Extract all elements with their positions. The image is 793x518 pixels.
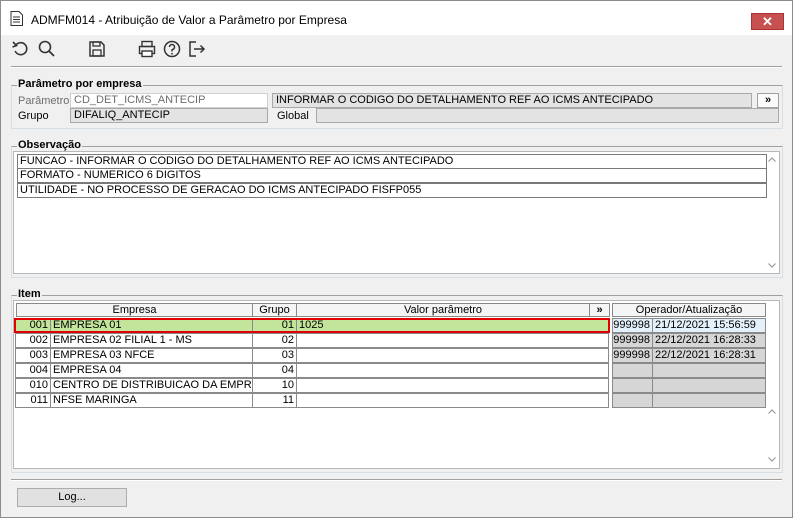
log-button[interactable]: Log... <box>17 488 127 507</box>
row-data: 21/12/2021 15:56:59 <box>652 318 766 333</box>
title-bar: ADMFM014 - Atribuição de Valor a Parâmet… <box>1 1 792 35</box>
close-button[interactable]: ✕ <box>751 13 784 30</box>
row-data: 22/12/2021 16:28:33 <box>652 333 766 348</box>
row-grupo: 04 <box>252 363 297 378</box>
param-group-title: Parâmetro por empresa <box>17 78 143 90</box>
row-grupo: 01 <box>252 318 297 333</box>
global-label: Global <box>277 110 309 122</box>
row-code: 011 <box>15 393 51 408</box>
search-icon[interactable] <box>37 39 57 59</box>
row-valor-input[interactable] <box>296 348 609 363</box>
row-grupo: 10 <box>252 378 297 393</box>
chevron-down-icon[interactable] <box>767 454 777 464</box>
header-empresa[interactable]: Empresa <box>16 303 253 317</box>
chevron-down-icon[interactable] <box>767 260 777 270</box>
print-icon[interactable] <box>137 39 157 59</box>
row-valor-input[interactable]: 1025 <box>296 318 609 333</box>
row-empresa: EMPRESA 01 <box>50 318 253 333</box>
row-empresa: CENTRO DE DISTRIBUICAO DA EMPRESA <box>50 378 253 393</box>
item-group-title: Item <box>17 288 42 300</box>
param-description-field: INFORMAR O CODIGO DO DETALHAMENTO REF AO… <box>272 93 752 108</box>
row-valor-input[interactable] <box>296 393 609 408</box>
row-operador: 999998 <box>612 348 653 363</box>
row-empresa: EMPRESA 02 FILIAL 1 - MS <box>50 333 253 348</box>
row-empresa: EMPRESA 03 NFCE <box>50 348 253 363</box>
row-code: 001 <box>15 318 51 333</box>
document-icon <box>10 11 23 26</box>
global-field <box>316 108 779 123</box>
row-code: 010 <box>15 378 51 393</box>
row-code: 004 <box>15 363 51 378</box>
row-code: 002 <box>15 333 51 348</box>
row-operador <box>612 393 653 408</box>
row-code: 003 <box>15 348 51 363</box>
header-grupo[interactable]: Grupo <box>252 303 297 317</box>
row-empresa: NFSE MARINGA <box>50 393 253 408</box>
row-operador <box>612 378 653 393</box>
obs-list[interactable]: FUNCAO - INFORMAR O CODIGO DO DETALHAMEN… <box>13 151 780 274</box>
row-grupo: 11 <box>252 393 297 408</box>
group-label: Grupo <box>18 110 49 122</box>
row-data: 22/12/2021 16:28:31 <box>652 348 766 363</box>
main-window: ADMFM014 - Atribuição de Valor a Parâmet… <box>0 0 793 518</box>
param-label: Parâmetro <box>18 95 70 107</box>
header-expand-button[interactable]: » <box>589 303 610 317</box>
row-grupo: 02 <box>252 333 297 348</box>
window-title: ADMFM014 - Atribuição de Valor a Parâmet… <box>31 13 347 27</box>
row-data <box>652 363 766 378</box>
save-icon[interactable] <box>87 39 107 59</box>
param-field[interactable]: CD_DET_ICMS_ANTECIP <box>70 93 268 108</box>
footer-separator <box>11 479 782 481</box>
chevron-up-icon[interactable] <box>767 407 777 417</box>
row-grupo: 03 <box>252 348 297 363</box>
obs-line: UTILIDADE - NO PROCESSO DE GERACAO DO IC… <box>17 183 767 198</box>
header-valor[interactable]: Valor parâmetro <box>296 303 590 317</box>
chevron-up-icon[interactable] <box>767 155 777 165</box>
row-operador <box>612 363 653 378</box>
exit-icon[interactable] <box>187 39 207 59</box>
row-data <box>652 393 766 408</box>
obs-line: FUNCAO - INFORMAR O CODIGO DO DETALHAMEN… <box>17 154 767 169</box>
item-scrollbar[interactable] <box>765 301 779 468</box>
obs-group-title: Observação <box>17 139 82 151</box>
obs-line: FORMATO - NUMERICO 6 DIGITOS <box>17 168 767 183</box>
help-icon[interactable] <box>162 39 182 59</box>
row-valor-input[interactable] <box>296 363 609 378</box>
row-data <box>652 378 766 393</box>
row-valor-input[interactable] <box>296 378 609 393</box>
toolbar <box>1 35 792 63</box>
row-valor-input[interactable] <box>296 333 609 348</box>
undo-icon[interactable] <box>11 39 31 59</box>
row-empresa: EMPRESA 04 <box>50 363 253 378</box>
expand-param-button[interactable]: » <box>757 93 779 108</box>
obs-scrollbar[interactable] <box>765 152 779 273</box>
row-operador: 999998 <box>612 318 653 333</box>
row-operador: 999998 <box>612 333 653 348</box>
header-operador[interactable]: Operador/Atualização <box>612 303 766 317</box>
toolbar-separator <box>11 66 782 68</box>
group-field: DIFALIQ_ANTECIP <box>70 108 268 123</box>
